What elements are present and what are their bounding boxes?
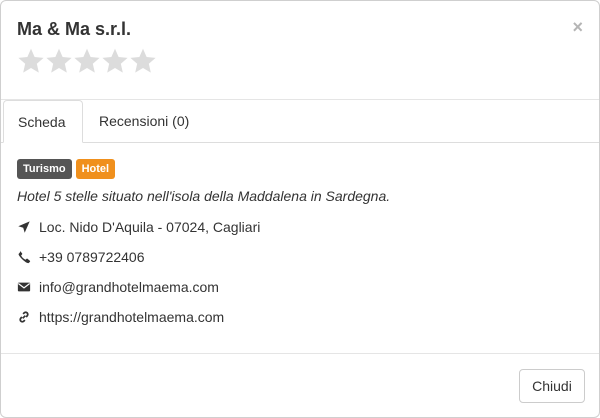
envelope-icon <box>17 280 31 294</box>
address-row: Loc. Nido D'Aquila - 07024, Cagliari <box>17 219 260 235</box>
hotel-modal: Ma & Ma s.r.l. × Scheda Recensioni (0) T… <box>0 0 600 418</box>
tab-recensioni[interactable]: Recensioni (0) <box>85 100 203 142</box>
modal-header: Ma & Ma s.r.l. × <box>1 1 599 100</box>
star-rating[interactable] <box>17 47 157 75</box>
close-icon[interactable]: × <box>572 17 583 37</box>
phone-text: +39 0789722406 <box>39 249 145 265</box>
star-icon[interactable] <box>129 47 157 75</box>
star-icon[interactable] <box>17 47 45 75</box>
close-button[interactable]: Chiudi <box>519 369 585 403</box>
tab-scheda[interactable]: Scheda <box>3 100 83 143</box>
label-turismo: Turismo <box>17 159 72 179</box>
star-icon[interactable] <box>45 47 73 75</box>
email-link[interactable]: info@grandhotelmaema.com <box>39 279 219 295</box>
tab-content: Turismo Hotel Hotel 5 stelle situato nel… <box>17 159 587 325</box>
star-icon[interactable] <box>101 47 129 75</box>
link-icon <box>17 310 31 324</box>
location-arrow-icon <box>17 220 31 234</box>
modal-footer: Chiudi <box>1 353 599 418</box>
website-link[interactable]: https://grandhotelmaema.com <box>39 309 224 325</box>
tab-bar: Scheda Recensioni (0) <box>1 100 599 143</box>
description: Hotel 5 stelle situato nell'isola della … <box>17 188 391 204</box>
website-row: https://grandhotelmaema.com <box>17 309 224 325</box>
phone-icon <box>17 250 31 264</box>
category-labels: Turismo Hotel <box>17 159 587 179</box>
label-hotel: Hotel <box>75 159 116 179</box>
phone-row: +39 0789722406 <box>17 249 145 265</box>
email-row: info@grandhotelmaema.com <box>17 279 219 295</box>
modal-title: Ma & Ma s.r.l. <box>17 19 132 39</box>
star-icon[interactable] <box>73 47 101 75</box>
address-text: Loc. Nido D'Aquila - 07024, Cagliari <box>39 219 261 235</box>
